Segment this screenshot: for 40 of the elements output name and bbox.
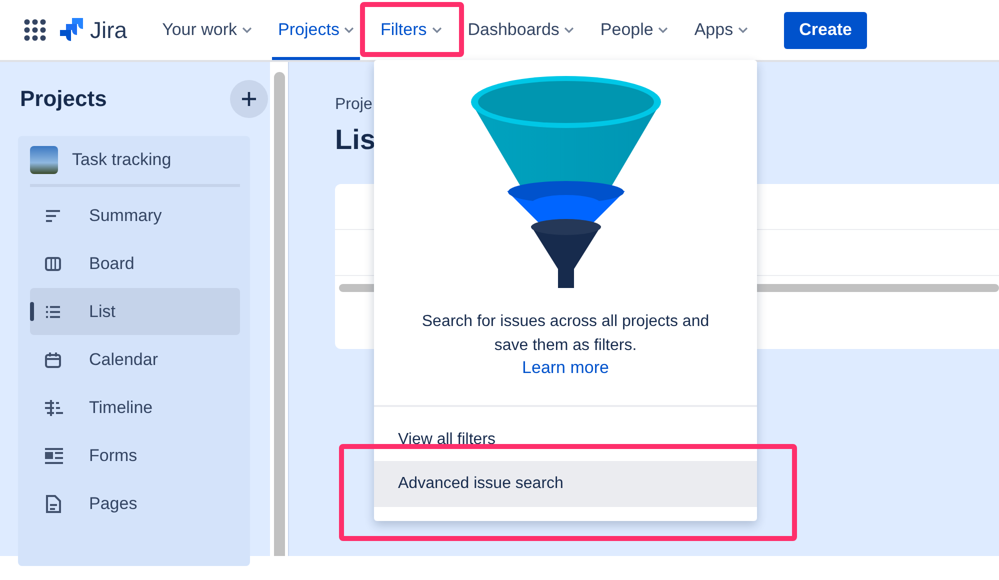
sidebar-title: Projects xyxy=(20,86,107,112)
nav-menu[interactable]: Filters xyxy=(374,0,448,60)
sidebar-item[interactable]: Pages xyxy=(30,480,240,527)
sidebar-item[interactable]: Forms xyxy=(30,432,240,479)
chevron-down-icon xyxy=(242,27,252,33)
sidebar-item[interactable]: Timeline xyxy=(30,384,240,431)
columns-icon xyxy=(45,256,61,270)
sidebar-item[interactable]: Calendar xyxy=(30,336,240,383)
chevron-down-icon xyxy=(344,27,354,33)
nav-menu[interactable]: Dashboards xyxy=(462,0,580,60)
menu-item[interactable]: View all filters xyxy=(374,421,757,461)
sidebar-item[interactable]: List xyxy=(30,288,240,335)
description-text: Search for issues across all projects and save them as filters. xyxy=(420,312,710,356)
menu-item[interactable]: Advanced issue search xyxy=(374,461,757,507)
photo-placeholder xyxy=(30,146,58,174)
sidebar-item[interactable]: Board xyxy=(30,240,240,287)
chevron-down-icon xyxy=(432,27,442,33)
chevron-down-icon xyxy=(564,27,574,33)
lines-icon xyxy=(45,208,61,224)
page-title: Lis xyxy=(335,124,376,156)
calendar-icon xyxy=(45,352,61,368)
chevron-down-icon xyxy=(738,27,748,33)
logo-text[interactable]: Jira xyxy=(90,16,128,44)
sidebar-item[interactable]: Summary xyxy=(30,192,240,239)
nav-menu[interactable]: People xyxy=(594,0,674,60)
nav-menu[interactable]: Your work xyxy=(156,0,258,60)
nav-menu[interactable]: Apps xyxy=(688,0,754,60)
chevron-down-icon xyxy=(658,27,668,33)
project-name[interactable]: Task tracking xyxy=(72,150,172,170)
form-icon xyxy=(45,448,63,464)
timeline-icon xyxy=(45,400,63,416)
plus-icon xyxy=(241,91,257,107)
logo-icon xyxy=(60,18,84,42)
learn-more-link[interactable]: Learn more xyxy=(522,358,609,378)
app-grid-icon[interactable] xyxy=(24,19,46,41)
add-button[interactable] xyxy=(230,80,268,118)
list-icon xyxy=(45,304,61,318)
scrollbar[interactable] xyxy=(274,72,284,556)
create-button[interactable]: Create xyxy=(784,12,868,48)
document-icon xyxy=(45,494,61,512)
